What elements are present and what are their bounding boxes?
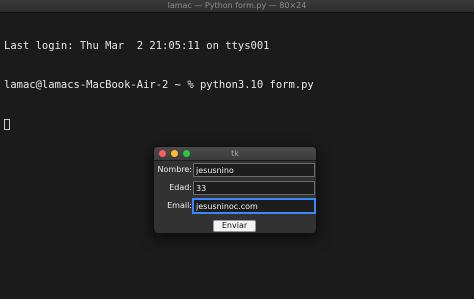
terminal-title: lamac — Python form.py — 80×24 — [167, 1, 307, 10]
email-field[interactable] — [193, 199, 315, 213]
email-row: Email: — [154, 199, 316, 213]
cursor-icon — [4, 119, 10, 130]
edad-field[interactable] — [193, 181, 315, 195]
terminal-line-command: lamac@lamacs-MacBook-Air-2 ~ % python3.1… — [4, 79, 314, 91]
edad-label: Edad: — [169, 183, 192, 192]
nombre-field[interactable] — [193, 163, 315, 177]
tk-titlebar[interactable]: tk — [154, 147, 316, 161]
terminal-cursor-line — [4, 118, 470, 131]
terminal-window[interactable]: lamac — Python form.py — 80×24 Last logi… — [0, 0, 474, 299]
email-label: Email: — [167, 201, 192, 210]
nombre-label: Nombre: — [157, 165, 192, 174]
tk-title: tk — [231, 149, 239, 158]
nombre-row: Nombre: — [154, 163, 316, 177]
edad-row: Edad: — [154, 181, 316, 195]
tk-dialog[interactable]: tk Nombre: Edad: Email: Enviar — [153, 146, 317, 234]
terminal-line-login: Last login: Thu Mar 2 21:05:11 on ttys00… — [4, 40, 270, 52]
enviar-button[interactable]: Enviar — [213, 220, 256, 232]
terminal-titlebar[interactable]: lamac — Python form.py — 80×24 — [0, 0, 474, 13]
